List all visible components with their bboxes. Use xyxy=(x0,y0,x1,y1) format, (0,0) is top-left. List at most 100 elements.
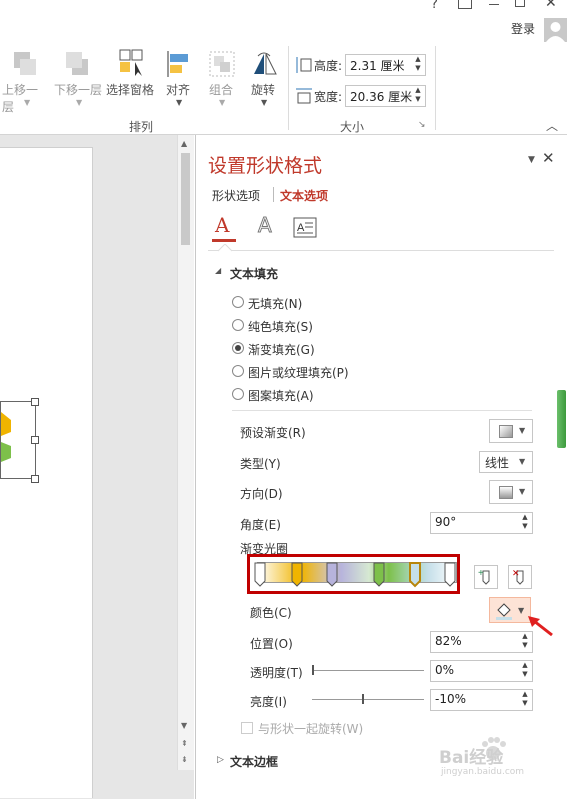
expand-section-icon[interactable]: ▷ xyxy=(217,755,224,765)
ribbon-display-icon[interactable] xyxy=(458,0,472,9)
transparency-label: 透明度(T) xyxy=(250,666,303,680)
remove-gradient-stop-button[interactable]: ✕ xyxy=(508,565,532,589)
height-icon xyxy=(296,57,312,73)
rotate-with-shape-checkbox[interactable] xyxy=(241,722,253,734)
fill-option-label: 纯色填充(S) xyxy=(248,320,313,334)
brightness-slider-thumb[interactable] xyxy=(362,694,365,704)
transparency-slider-thumb[interactable] xyxy=(312,665,314,675)
angle-field[interactable]: 90° ▲ ▼ xyxy=(430,512,533,534)
transparency-value: 0% xyxy=(435,663,455,677)
help-button[interactable]: ? xyxy=(431,0,438,12)
type-value: 线性 xyxy=(485,456,510,470)
width-spinner[interactable]: ▲ ▼ xyxy=(413,86,423,106)
transparency-slider[interactable] xyxy=(312,670,424,671)
radio-solid-fill[interactable] xyxy=(232,319,244,331)
fill-option-label: 图片或纹理填充(P) xyxy=(248,366,349,380)
scroll-up-icon[interactable]: ▲ xyxy=(181,139,187,148)
width-field[interactable]: 20.36 厘米 ▲ ▼ xyxy=(345,85,426,107)
rotate-button[interactable]: 旋转 ▼ xyxy=(248,50,280,108)
group-button[interactable]: 组合 ▼ xyxy=(206,50,238,108)
position-spinner[interactable]: ▲ ▼ xyxy=(520,632,530,652)
align-button[interactable]: 对齐 ▼ xyxy=(163,50,197,108)
resize-handle[interactable] xyxy=(31,398,39,406)
rotate-icon xyxy=(254,52,277,75)
collapse-ribbon-icon[interactable]: ︿ xyxy=(546,117,558,134)
type-dropdown[interactable]: 线性 ▼ xyxy=(479,451,533,473)
radio-picture-fill[interactable] xyxy=(232,365,244,377)
angle-spinner[interactable]: ▲ ▼ xyxy=(520,513,530,533)
section-text-fill[interactable]: 文本填充 xyxy=(230,265,278,282)
preset-gradient-label: 预设渐变(R) xyxy=(240,426,306,440)
rotate-label: 旋转 xyxy=(251,83,276,97)
restore-icon[interactable] xyxy=(515,0,525,7)
height-spinner[interactable]: ▲ ▼ xyxy=(413,55,423,75)
avatar[interactable] xyxy=(544,18,567,42)
angle-label: 角度(E) xyxy=(240,518,281,532)
pane-options-icon[interactable]: ▼ xyxy=(528,155,535,165)
type-label: 类型(Y) xyxy=(240,457,281,471)
dialog-launcher-icon[interactable]: ↘ xyxy=(418,120,426,130)
shape-text-fill xyxy=(1,412,11,462)
brightness-field[interactable]: -10% ▲ ▼ xyxy=(430,689,533,711)
color-picker-button[interactable]: ▼ xyxy=(489,597,531,623)
pane-title: 设置形状格式 xyxy=(208,155,323,177)
fill-option-label: 渐变填充(G) xyxy=(248,343,315,357)
brightness-spinner[interactable]: ▲ ▼ xyxy=(520,690,530,710)
color-label: 颜色(C) xyxy=(250,606,292,620)
close-icon[interactable]: ✕ xyxy=(545,0,557,11)
position-value: 82% xyxy=(435,634,462,648)
pane-scrollbar-thumb[interactable] xyxy=(557,390,566,448)
brightness-slider[interactable] xyxy=(312,699,424,700)
resize-handle[interactable] xyxy=(31,436,39,444)
resize-handle[interactable] xyxy=(31,475,39,483)
position-field[interactable]: 82% ▲ ▼ xyxy=(430,631,533,653)
login-link[interactable]: 登录 xyxy=(511,20,535,37)
vertical-scrollbar[interactable]: ▲ ▼ ⇞ ⇟ xyxy=(177,135,194,770)
next-slide-icon[interactable]: ⇟ xyxy=(181,755,188,764)
chevron-down-icon: ▼ xyxy=(76,98,83,107)
chevron-down-icon: ▼ xyxy=(219,98,226,107)
chevron-down-icon: ▼ xyxy=(24,98,31,107)
gradient-stop-markers[interactable] xyxy=(252,560,464,590)
scroll-down-icon[interactable]: ▼ xyxy=(181,721,187,730)
radio-no-fill[interactable] xyxy=(232,296,244,308)
user-icon xyxy=(546,22,565,42)
height-label: 高度: xyxy=(314,59,343,73)
add-gradient-stop-button[interactable]: + xyxy=(474,565,498,589)
radio-gradient-fill[interactable] xyxy=(232,342,244,354)
tab-divider xyxy=(273,187,274,202)
pane-close-icon[interactable]: ✕ xyxy=(542,149,555,167)
text-effects-icon[interactable]: A xyxy=(258,213,273,238)
move-down-label: 下移一层 xyxy=(54,83,103,97)
direction-dropdown[interactable]: ▼ xyxy=(489,480,533,504)
position-label: 位置(O) xyxy=(250,637,293,651)
width-icon xyxy=(296,88,312,104)
watermark-sub: jingyan.baidu.com xyxy=(441,767,525,777)
fill-option-label: 无填充(N) xyxy=(248,297,303,311)
text-box-icon[interactable]: A xyxy=(293,217,317,239)
move-down-button[interactable]: 下移一层 ▼ xyxy=(54,50,102,108)
scrollbar-thumb[interactable] xyxy=(181,153,190,245)
collapse-section-icon[interactable]: ◢ xyxy=(215,266,221,275)
gradient-swatch-icon xyxy=(499,425,513,438)
tab-shape-options[interactable]: 形状选项 xyxy=(212,187,260,204)
move-up-button[interactable]: 上移一层 ▼ xyxy=(2,50,46,114)
chevron-down-icon: ▼ xyxy=(519,487,526,496)
minimize-icon[interactable] xyxy=(489,4,499,5)
chevron-down-icon: ▼ xyxy=(519,457,526,466)
tab-text-options[interactable]: 文本选项 xyxy=(280,187,328,204)
watermark-text: Bai经验 xyxy=(439,748,504,768)
section-text-border[interactable]: 文本边框 xyxy=(230,753,278,770)
ribbon: ? ✕ 登录 上移一层 ▼ 下移一层 ▼ 选择窗格 对齐 ▼ 组合 ▼ 旋转 ▼… xyxy=(0,0,567,135)
text-fill-outline-button[interactable]: A xyxy=(212,213,238,243)
brightness-value: -10% xyxy=(435,692,467,706)
width-label: 宽度: xyxy=(314,90,343,104)
previous-slide-icon[interactable]: ⇞ xyxy=(181,739,188,748)
text-fill-underline xyxy=(212,239,236,242)
height-field[interactable]: 2.31 厘米 ▲ ▼ xyxy=(345,54,426,76)
transparency-field[interactable]: 0% ▲ ▼ xyxy=(430,660,533,682)
transparency-spinner[interactable]: ▲ ▼ xyxy=(520,661,530,681)
preset-gradient-dropdown[interactable]: ▼ xyxy=(489,419,533,443)
selection-pane-button[interactable]: 选择窗格 xyxy=(106,49,158,100)
radio-pattern-fill[interactable] xyxy=(232,388,244,400)
